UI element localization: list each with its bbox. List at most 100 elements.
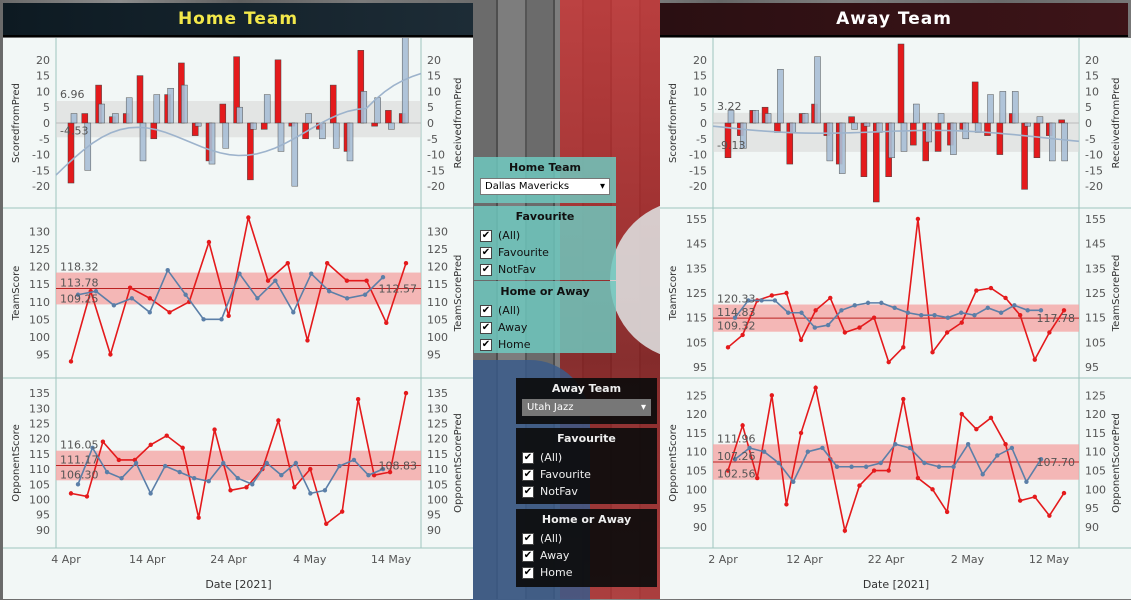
checkbox-checked-icon[interactable]: ✔ [480,304,492,317]
away-fav-favourite[interactable]: ✔ Favourite [516,466,657,483]
home-ha-all[interactable]: ✔ (All) [474,302,616,319]
pred-point [380,275,386,280]
pred-point [812,325,818,330]
y-axis-label-left: OpponentScore [668,424,679,501]
checkbox-checked-icon[interactable]: ✔ [522,549,534,562]
checkbox-checked-icon[interactable]: ✔ [522,566,534,579]
y-tick-left: -10 [689,149,707,162]
pred-point [264,460,270,466]
pred-point [1025,308,1030,313]
received-bar [950,122,957,155]
checkbox-checked-icon[interactable]: ✔ [480,338,492,351]
away-team-dropdown[interactable]: Utah Jazz ▾ [522,399,651,416]
pred-point [772,298,778,303]
pred-point [162,463,168,469]
pred-point [147,310,152,315]
pred-point [922,460,927,466]
away-team-dropdown-value: Utah Jazz [527,402,574,413]
away-ha-away[interactable]: ✔ Away [516,547,657,564]
pred-point [893,441,898,447]
y-tick-right: 20 [1085,54,1099,67]
pred-point [998,310,1004,315]
score-point [740,423,745,428]
score-point [1003,295,1008,301]
pred-point [133,460,139,466]
home-team-dropdown[interactable]: Dallas Mavericks ▾ [480,178,610,195]
home-fav-favourite[interactable]: ✔ Favourite [474,244,616,261]
checkbox-checked-icon[interactable]: ✔ [522,451,534,464]
scored-bar [984,122,991,136]
received-bar [388,122,395,130]
y-tick-right: -15 [1085,164,1103,177]
y-tick-left: 120 [29,261,50,274]
home-favourite-title: Favourite [515,210,575,223]
home-homeaway-title: Home or Away [500,285,590,298]
y-tick-left: -20 [32,180,50,193]
y-axis-label-right: TeamScorePred [1111,255,1122,333]
received-bar [181,84,188,124]
reference-label: 109.25 [60,292,99,305]
y-tick-right: 105 [1085,465,1106,478]
y-tick-right: 105 [1085,336,1106,349]
x-tick: 22 Apr [868,553,905,566]
away-fav-all[interactable]: ✔ (All) [516,449,657,466]
pred-point [932,313,937,318]
received-bar [263,94,271,124]
y-tick-right: 155 [1085,213,1106,226]
checkbox-checked-icon[interactable]: ✔ [480,321,492,334]
x-tick: 2 May [951,553,985,566]
y-tick-left: 135 [686,262,707,275]
pred-point [366,472,371,478]
home-ha-home[interactable]: ✔ Home [474,336,616,353]
received-bar [346,122,354,162]
y-tick-right: 115 [1085,312,1106,325]
pred-point [1009,445,1015,451]
reference-label: 111.17 [60,454,99,467]
home-fav-notfav[interactable]: ✔ NotFav [474,261,616,278]
y-tick-right: 95 [427,509,441,522]
pred-point [879,300,884,306]
y-axis-label-right: ReceivedfromPred [1111,77,1122,168]
y-tick-left: 105 [29,313,50,326]
away-ha-home[interactable]: ✔ Home [516,564,657,581]
home-fav-all[interactable]: ✔ (All) [474,227,616,244]
away-fav-notfav[interactable]: ✔ NotFav [516,483,657,500]
checkbox-checked-icon[interactable]: ✔ [522,485,534,498]
pred-point [905,310,911,315]
score-point [164,433,169,438]
checkbox-checked-icon[interactable]: ✔ [522,468,534,481]
home-ha-away[interactable]: ✔ Away [474,319,616,336]
home-ha-away-label: Away [498,321,528,334]
pred-point [972,313,977,318]
away-ha-all[interactable]: ✔ (All) [516,530,657,547]
reference-label: 111.96 [717,432,756,445]
checkbox-checked-icon[interactable]: ✔ [480,263,492,276]
score-point [769,293,775,298]
pred-point [995,453,1000,458]
received-bar [319,122,326,140]
checkbox-checked-icon[interactable]: ✔ [480,246,492,259]
y-tick-left: 90 [693,521,707,534]
checkbox-checked-icon[interactable]: ✔ [480,229,492,242]
pred-point [951,464,956,469]
away-ha-home-label: Home [540,566,573,579]
score-point [1032,357,1037,362]
checkbox-checked-icon[interactable]: ✔ [522,532,534,545]
y-tick-left: 95 [693,502,707,515]
pred-point [119,475,124,481]
reference-label: 120.33 [717,293,756,306]
away-favourite-title: Favourite [557,432,616,445]
received-bar [777,69,784,124]
score-point [857,483,862,488]
score-point [355,396,361,402]
received-bar [1061,122,1068,162]
received-bar [851,122,858,130]
received-bar [987,94,994,124]
score-point [308,466,313,472]
y-tick-right: -20 [1085,180,1103,193]
y-axis-label-left: TeamScore [11,266,22,321]
pred-point [191,475,197,481]
home-team-dropdown-value: Dallas Mavericks [485,181,570,192]
y-tick-left: 155 [686,213,707,226]
score-point [784,502,789,507]
